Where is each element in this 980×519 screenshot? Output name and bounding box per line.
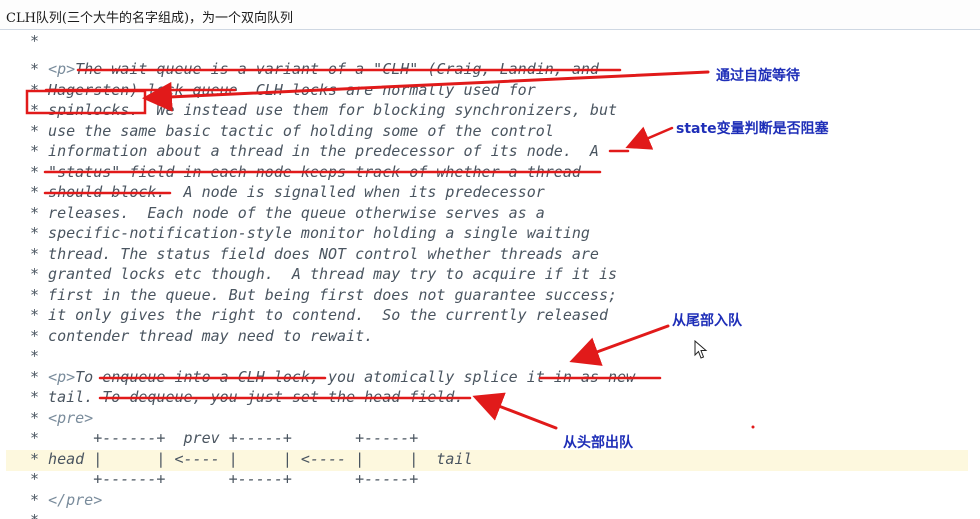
code-line: * +------+ prev +-----+ +-----+ (30, 429, 419, 447)
code-line: * spinlocks. We instead use them for blo… (30, 101, 617, 119)
code-line: * specific-notification-style monitor ho… (30, 224, 590, 242)
annotation-enqueue-tail: 从尾部入队 (672, 313, 742, 329)
code-line: * releases. Each node of the queue other… (30, 203, 545, 222)
code-line: * contender thread may need to rewait. (30, 326, 374, 345)
annotation-spin-wait: 通过自旋等待 (716, 68, 800, 84)
code-line: * it only gives the right to contend. So… (30, 306, 608, 324)
code-line: * <p>To enqueue into a CLH lock, you ato… (30, 367, 636, 386)
code-line: * (30, 347, 40, 365)
code-line: * tail. To dequeue, you just set the hea… (30, 388, 464, 406)
code-line: * </pre> (30, 490, 103, 509)
window-titlebar: CLH队列(三个大牛的名字组成)，为一个双向队列 (0, 0, 980, 30)
code-line: * use the same basic tactic of holding s… (30, 121, 554, 140)
code-line: * should block. A node is signalled when… (30, 183, 545, 201)
code-line: * first in the queue. But being first do… (30, 285, 617, 304)
code-line: * (30, 32, 40, 50)
window-title: CLH队列(三个大牛的名字组成)，为一个双向队列 (6, 11, 294, 26)
code-line: * thread. The status field does NOT cont… (30, 244, 599, 263)
code-line: * Hagersten) lock queue. CLH locks are n… (30, 80, 536, 99)
annotation-state-block: state变量判断是否阻塞 (676, 121, 829, 137)
code-line: * head | | <---- | | <---- | | tail (30, 449, 473, 468)
code-line: * information about a thread in the pred… (30, 142, 599, 160)
annotation-dequeue-head: 从头部出队 (563, 435, 633, 451)
code-line: * <p>The wait queue is a variant of a "C… (30, 60, 599, 78)
mouse-pointer-icon (694, 340, 708, 359)
code-line: * granted locks etc though. A thread may… (30, 265, 617, 283)
code-line: * "status" field in each node keeps trac… (30, 162, 581, 181)
code-editor[interactable]: * * <p>The wait queue is a variant of a "… (0, 31, 980, 519)
code-line: * (30, 510, 39, 519)
code-line: * <pre> (30, 408, 94, 427)
code-line: * +------+ +-----+ +-----+ (30, 470, 419, 488)
